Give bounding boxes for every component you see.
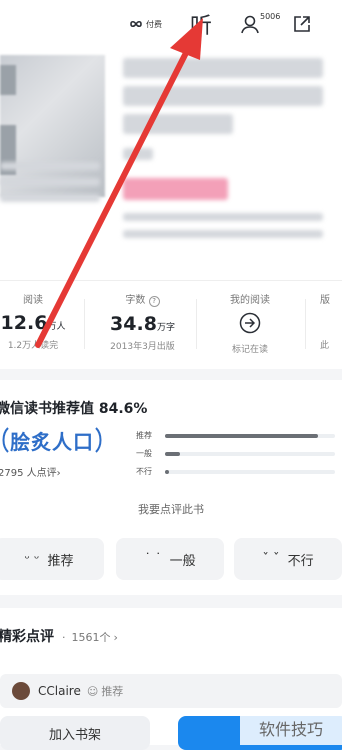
annotation-arrow: [35, 18, 203, 348]
